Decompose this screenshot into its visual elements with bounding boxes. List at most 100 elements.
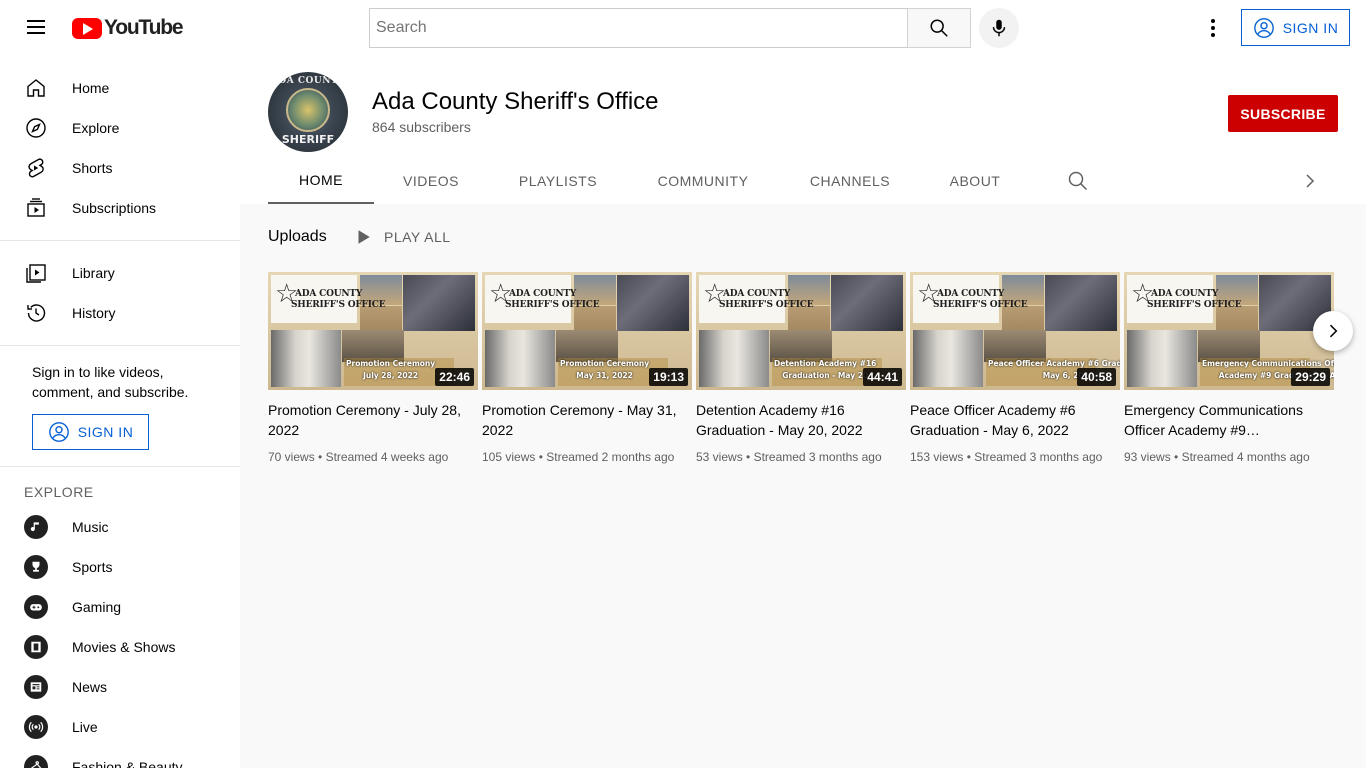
logo-line-1: ADA COUNTY — [1151, 289, 1219, 299]
tab-channels[interactable]: CHANNELS — [778, 158, 922, 204]
thumbnail-photo — [485, 330, 555, 387]
compass-icon — [24, 116, 48, 140]
tab-about[interactable]: ABOUT — [922, 158, 1028, 204]
video-title[interactable]: Detention Academy #16 Graduation - May 2… — [696, 400, 906, 440]
logo-line-2: SHERIFF'S OFFICE — [1147, 300, 1242, 310]
video-thumbnail[interactable]: ☆ ADA COUNTY SHERIFF'S OFFICE Detention … — [696, 272, 906, 390]
tab-videos[interactable]: VIDEOS — [374, 158, 488, 204]
sidebar-item-fashion-beauty[interactable]: Fashion & Beauty — [0, 747, 240, 768]
video-metadata: 70 views • Streamed 4 weeks ago — [268, 450, 449, 464]
tab-playlists[interactable]: PLAYLISTS — [488, 158, 628, 204]
account-icon — [48, 422, 69, 442]
search-button[interactable] — [907, 8, 971, 48]
logo-line-2: SHERIFF'S OFFICE — [505, 300, 600, 310]
sidebar-item-movies-shows[interactable]: Movies & Shows — [0, 627, 240, 667]
youtube-play-icon — [72, 17, 102, 39]
stream-date: Streamed 4 months ago — [1181, 450, 1310, 464]
channel-name: Ada County Sheriff's Office — [372, 88, 659, 115]
sidebar-divider — [0, 240, 240, 241]
sidebar-item-label: Sports — [72, 559, 113, 575]
logo-text: YouTube — [104, 16, 184, 39]
logo-line-1: ADA COUNTY — [723, 289, 791, 299]
video-thumbnail[interactable]: ☆ ADA COUNTY SHERIFF'S OFFICE Promotion … — [482, 272, 692, 390]
uploads-title[interactable]: Uploads — [268, 228, 327, 246]
sheriff-logo: ☆ ADA COUNTY SHERIFF'S OFFICE — [485, 275, 600, 323]
sidebar-item-label: Gaming — [72, 599, 122, 615]
sidebar-item-home[interactable]: Home — [0, 68, 240, 108]
video-title[interactable]: Promotion Ceremony - May 31, 2022 — [482, 400, 692, 440]
video-title[interactable]: Emergency Communications Officer Academy… — [1124, 400, 1334, 440]
stream-date: Streamed 2 months ago — [546, 450, 675, 464]
video-metadata: 93 views • Streamed 4 months ago — [1124, 450, 1310, 464]
subscribe-button[interactable]: SUBSCRIBE — [1228, 95, 1338, 132]
thumbnail-photo — [1045, 275, 1117, 331]
channel-avatar[interactable]: ADA COUNTY SHERIFF — [268, 72, 348, 152]
play-icon — [358, 230, 370, 244]
shorts-icon — [24, 156, 48, 180]
view-count: 153 views — [910, 450, 964, 464]
voice-search-button[interactable] — [979, 8, 1019, 48]
video-card[interactable]: ☆ ADA COUNTY SHERIFF'S OFFICE Peace Offi… — [910, 272, 1120, 466]
logo-line-1: ADA COUNTY — [295, 289, 363, 299]
sign-in-label: SIGN IN — [77, 424, 134, 440]
menu-icon[interactable] — [24, 16, 48, 40]
sidebar-sign-in-button[interactable]: SIGN IN — [32, 414, 149, 450]
chevron-right-icon[interactable] — [1298, 169, 1322, 193]
play-all-button[interactable]: PLAY ALL — [354, 228, 451, 246]
sign-in-button[interactable]: SIGN IN — [1241, 9, 1350, 46]
view-count: 105 views — [482, 450, 536, 464]
video-card[interactable]: ☆ ADA COUNTY SHERIFF'S OFFICE Detention … — [696, 272, 906, 466]
video-thumbnail[interactable]: ☆ ADA COUNTY SHERIFF'S OFFICE Promotion … — [268, 272, 478, 390]
sidebar-item-music[interactable]: Music — [0, 507, 240, 547]
sidebar-item-label: Explore — [72, 120, 120, 136]
youtube-logo[interactable]: YouTube — [72, 16, 184, 40]
tab-community[interactable]: COMMUNITY — [628, 158, 778, 204]
shelf-next-button[interactable] — [1313, 311, 1353, 351]
search-icon — [930, 19, 948, 37]
avatar-top-text: ADA COUNTY — [270, 76, 346, 86]
view-count: 53 views — [696, 450, 743, 464]
sidebar-item-live[interactable]: Live — [0, 707, 240, 747]
sidebar-item-history[interactable]: History — [0, 293, 240, 333]
sidebar-item-subscriptions[interactable]: Subscriptions — [0, 188, 240, 228]
video-duration: 19:13 — [649, 368, 688, 386]
sidebar-item-shorts[interactable]: Shorts — [0, 148, 240, 188]
search-input[interactable] — [369, 8, 908, 48]
sidebar-item-label: Shorts — [72, 160, 113, 176]
avatar-bottom-text: SHERIFF — [281, 133, 335, 146]
stream-date: Streamed 3 months ago — [753, 450, 882, 464]
video-card[interactable]: ☆ ADA COUNTY SHERIFF'S OFFICE Promotion … — [482, 272, 692, 466]
sidebar-item-sports[interactable]: Sports — [0, 547, 240, 587]
video-title[interactable]: Promotion Ceremony - July 28, 2022 — [268, 400, 478, 440]
logo-line-1: ADA COUNTY — [509, 289, 577, 299]
video-card[interactable]: ☆ ADA COUNTY SHERIFF'S OFFICE Promotion … — [268, 272, 478, 466]
sidebar-item-news[interactable]: News — [0, 667, 240, 707]
thumbnail-caption: Promotion Ceremony May 31, 2022 — [560, 359, 650, 380]
history-icon — [24, 301, 48, 325]
sidebar-item-label: News — [72, 679, 108, 695]
chevron-right-icon — [1329, 324, 1338, 338]
video-duration: 40:58 — [1077, 368, 1116, 386]
sidebar-item-library[interactable]: Library — [0, 253, 240, 293]
channel-search-icon[interactable] — [1066, 169, 1090, 193]
library-icon — [24, 261, 48, 285]
subscriber-count: 864 subscribers — [372, 119, 471, 135]
account-icon — [1253, 17, 1274, 38]
subscriptions-icon — [24, 196, 48, 220]
sidebar-item-gaming[interactable]: Gaming — [0, 587, 240, 627]
sidebar-item-label: Subscriptions — [72, 200, 157, 216]
news-icon — [24, 675, 48, 699]
video-card[interactable]: ☆ ADA COUNTY SHERIFF'S OFFICE Emergency … — [1124, 272, 1334, 466]
view-count: 93 views — [1124, 450, 1171, 464]
stream-date: Streamed 4 weeks ago — [325, 450, 449, 464]
thumbnail-photo — [1127, 330, 1197, 387]
tab-home[interactable]: HOME — [268, 158, 374, 204]
sidebar-item-explore[interactable]: Explore — [0, 108, 240, 148]
sidebar-item-label: Home — [72, 80, 110, 96]
more-options-icon[interactable] — [1201, 16, 1225, 40]
video-thumbnail[interactable]: ☆ ADA COUNTY SHERIFF'S OFFICE Peace Offi… — [910, 272, 1120, 390]
trophy-icon — [24, 555, 48, 579]
video-thumbnail[interactable]: ☆ ADA COUNTY SHERIFF'S OFFICE Emergency … — [1124, 272, 1334, 390]
video-title[interactable]: Peace Officer Academy #6 Graduation - Ma… — [910, 400, 1120, 440]
masthead: YouTube SIGN IN — [0, 0, 1366, 56]
